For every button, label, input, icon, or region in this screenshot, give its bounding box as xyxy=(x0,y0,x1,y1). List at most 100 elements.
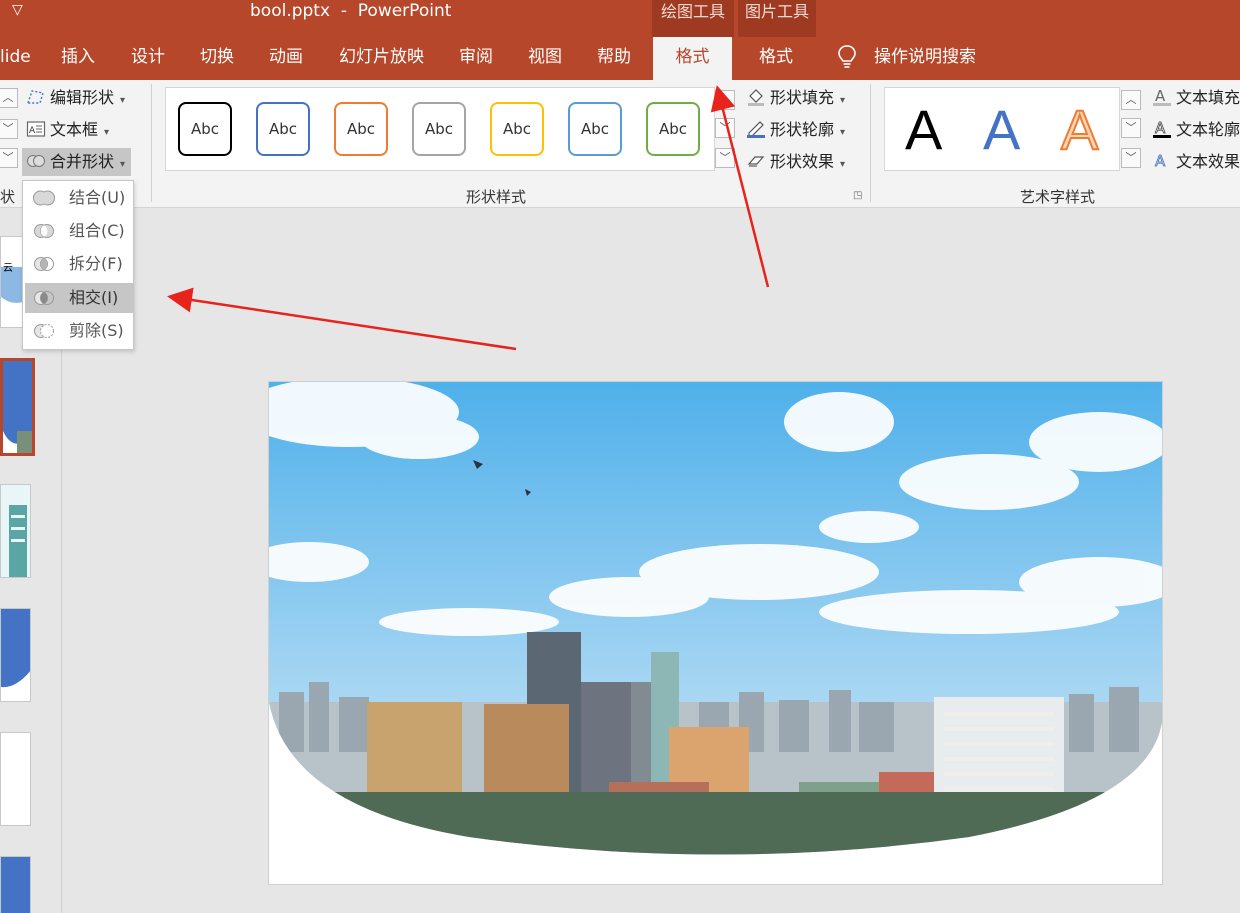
chevron-down-icon: ▾ xyxy=(120,159,126,170)
chevron-down-icon: ▾ xyxy=(840,95,846,106)
text-box-button[interactable]: A 文本框 ▾ xyxy=(26,116,109,144)
wordart-style-preset[interactable]: A xyxy=(1060,97,1099,162)
svg-text:A: A xyxy=(29,126,36,136)
wordart-style-preset[interactable]: A xyxy=(905,98,942,162)
shapes-scroll-down-icon[interactable]: ﹀ xyxy=(0,119,18,139)
menu-item-label: 组合(C) xyxy=(69,221,125,240)
slide-thumbnail-selected[interactable] xyxy=(0,358,35,456)
text-outline-button[interactable]: A 文本轮廓 xyxy=(1152,116,1240,144)
subtract-icon xyxy=(34,324,54,338)
text-fill-label: 文本填充 xyxy=(1176,88,1240,107)
tab-slide[interactable]: lide xyxy=(0,42,31,72)
text-effects-label: 文本效果 xyxy=(1176,152,1240,171)
tab-animations[interactable]: 动画 xyxy=(269,42,303,72)
merge-shapes-label: 合并形状 xyxy=(50,152,115,171)
shapes-more-icon[interactable]: ﹀ xyxy=(0,148,18,168)
gallery-more-icon[interactable]: ﹀ xyxy=(715,148,735,168)
menu-item-union[interactable]: 结合(U) xyxy=(25,183,133,213)
shape-outline-label: 形状轮廓 xyxy=(770,120,835,139)
svg-text:A: A xyxy=(1155,120,1166,137)
arrow-to-intersect xyxy=(167,287,517,351)
thumbnail-preview xyxy=(1,857,30,913)
shape-style-preset[interactable]: Abc xyxy=(490,102,544,156)
tab-drawing-format[interactable]: 格式 xyxy=(653,37,732,81)
chevron-down-icon: ▾ xyxy=(120,95,126,106)
combine-icon xyxy=(34,224,54,238)
text-fill-icon: A xyxy=(1153,88,1171,106)
tab-design[interactable]: 设计 xyxy=(131,42,165,72)
shape-effects-button[interactable]: 形状效果 ▾ xyxy=(746,148,845,176)
svg-text:A: A xyxy=(1155,88,1166,105)
shape-effects-label: 形状效果 xyxy=(770,152,835,171)
menu-item-intersect[interactable]: 相交(I) xyxy=(25,283,133,313)
edit-shape-icon xyxy=(27,90,44,104)
text-box-label: 文本框 xyxy=(50,120,99,139)
chevron-down-icon: ▾ xyxy=(104,127,110,138)
chevron-down-icon: ▾ xyxy=(840,127,846,138)
shape-fill-button[interactable]: 形状填充 ▾ xyxy=(746,84,845,112)
shape-style-preset[interactable]: Abc xyxy=(568,102,622,156)
shape-outline-button[interactable]: 形状轮廓 ▾ xyxy=(746,116,845,144)
wordart-style-preset[interactable]: A xyxy=(983,98,1020,162)
shape-style-preset[interactable]: Abc xyxy=(646,102,700,156)
menu-item-subtract[interactable]: 剪除(S) xyxy=(25,316,133,346)
merge-shapes-icon xyxy=(27,155,45,167)
wordart-styles-group-label: 艺术字样式 xyxy=(1020,188,1096,206)
gallery-scroll-up-icon[interactable]: ︿ xyxy=(715,90,735,110)
text-outline-label: 文本轮廓 xyxy=(1176,120,1240,139)
slide-thumbnail[interactable] xyxy=(0,856,31,913)
merge-shapes-button[interactable]: 合并形状 ▾ xyxy=(22,148,132,176)
menu-item-label: 结合(U) xyxy=(69,188,126,207)
shape-style-preset[interactable]: Abc xyxy=(334,102,388,156)
merge-shapes-menu: 结合(U) 组合(C) 拆分(F) 相交(I) 剪除(S) xyxy=(22,180,134,350)
tell-me-search[interactable]: 操作说明搜索 xyxy=(874,42,976,72)
slide-thumbnail[interactable] xyxy=(0,608,31,702)
text-box-icon: A xyxy=(26,121,46,137)
wordart-style-gallery: A A A xyxy=(884,87,1120,171)
tab-insert[interactable]: 插入 xyxy=(61,42,95,72)
pen-outline-icon xyxy=(747,121,765,138)
shape-style-preset[interactable]: Abc xyxy=(412,102,466,156)
thumbnail-preview xyxy=(3,361,32,453)
context-group-picture-tools: 图片工具 xyxy=(738,0,816,37)
shape-style-preset[interactable]: Abc xyxy=(256,102,310,156)
thumbnail-preview xyxy=(1,609,30,701)
lightbulb-icon[interactable] xyxy=(836,44,858,70)
text-effects-button[interactable]: A 文本效果 xyxy=(1152,148,1240,176)
insert-shapes-group-label: 状 xyxy=(0,188,16,206)
wordart-scroll-up-icon[interactable]: ︿ xyxy=(1121,90,1141,110)
menu-item-fragment[interactable]: 拆分(F) xyxy=(25,249,133,279)
wordart-more-icon[interactable]: ﹀ xyxy=(1121,148,1141,168)
quick-access-customize-icon[interactable]: ▽ xyxy=(12,2,23,18)
tab-view[interactable]: 视图 xyxy=(528,42,562,72)
shape-style-gallery: Abc Abc Abc Abc Abc Abc Abc xyxy=(165,87,715,171)
tab-help[interactable]: 帮助 xyxy=(597,42,631,72)
text-fill-button[interactable]: A 文本填充 xyxy=(1152,84,1240,112)
slide-thumbnail[interactable] xyxy=(0,484,31,578)
edit-shape-button[interactable]: 编辑形状 ▾ xyxy=(26,84,125,112)
tab-picture-format[interactable]: 格式 xyxy=(759,42,793,72)
shape-style-preset[interactable]: Abc xyxy=(178,102,232,156)
intersected-city-picture[interactable] xyxy=(269,382,1162,884)
text-effects-icon: A xyxy=(1155,152,1167,170)
slide-canvas[interactable] xyxy=(268,381,1163,885)
tab-review[interactable]: 审阅 xyxy=(459,42,493,72)
tab-slideshow[interactable]: 幻灯片放映 xyxy=(339,42,424,72)
slide-thumbnail[interactable] xyxy=(0,732,31,826)
wordart-scroll-down-icon[interactable]: ﹀ xyxy=(1121,118,1141,138)
thumbnail-preview xyxy=(1,485,30,577)
menu-item-combine[interactable]: 组合(C) xyxy=(25,216,133,246)
text-outline-icon: A xyxy=(1153,120,1171,138)
svg-text:A: A xyxy=(1155,152,1166,170)
group-divider xyxy=(151,84,152,202)
window-title: bool.pptx - PowerPoint xyxy=(250,1,452,21)
gallery-scroll-down-icon[interactable]: ﹀ xyxy=(715,118,735,138)
fragment-icon xyxy=(34,257,54,271)
dialog-launcher-icon[interactable]: ◳ xyxy=(853,190,862,201)
chevron-down-icon: ▾ xyxy=(840,159,846,170)
tab-transitions[interactable]: 切换 xyxy=(200,42,234,72)
group-divider xyxy=(870,84,871,202)
shapes-scroll-up-icon[interactable]: ︿ xyxy=(0,88,18,108)
intersect-icon xyxy=(34,291,54,305)
svg-text:云: 云 xyxy=(3,263,13,274)
